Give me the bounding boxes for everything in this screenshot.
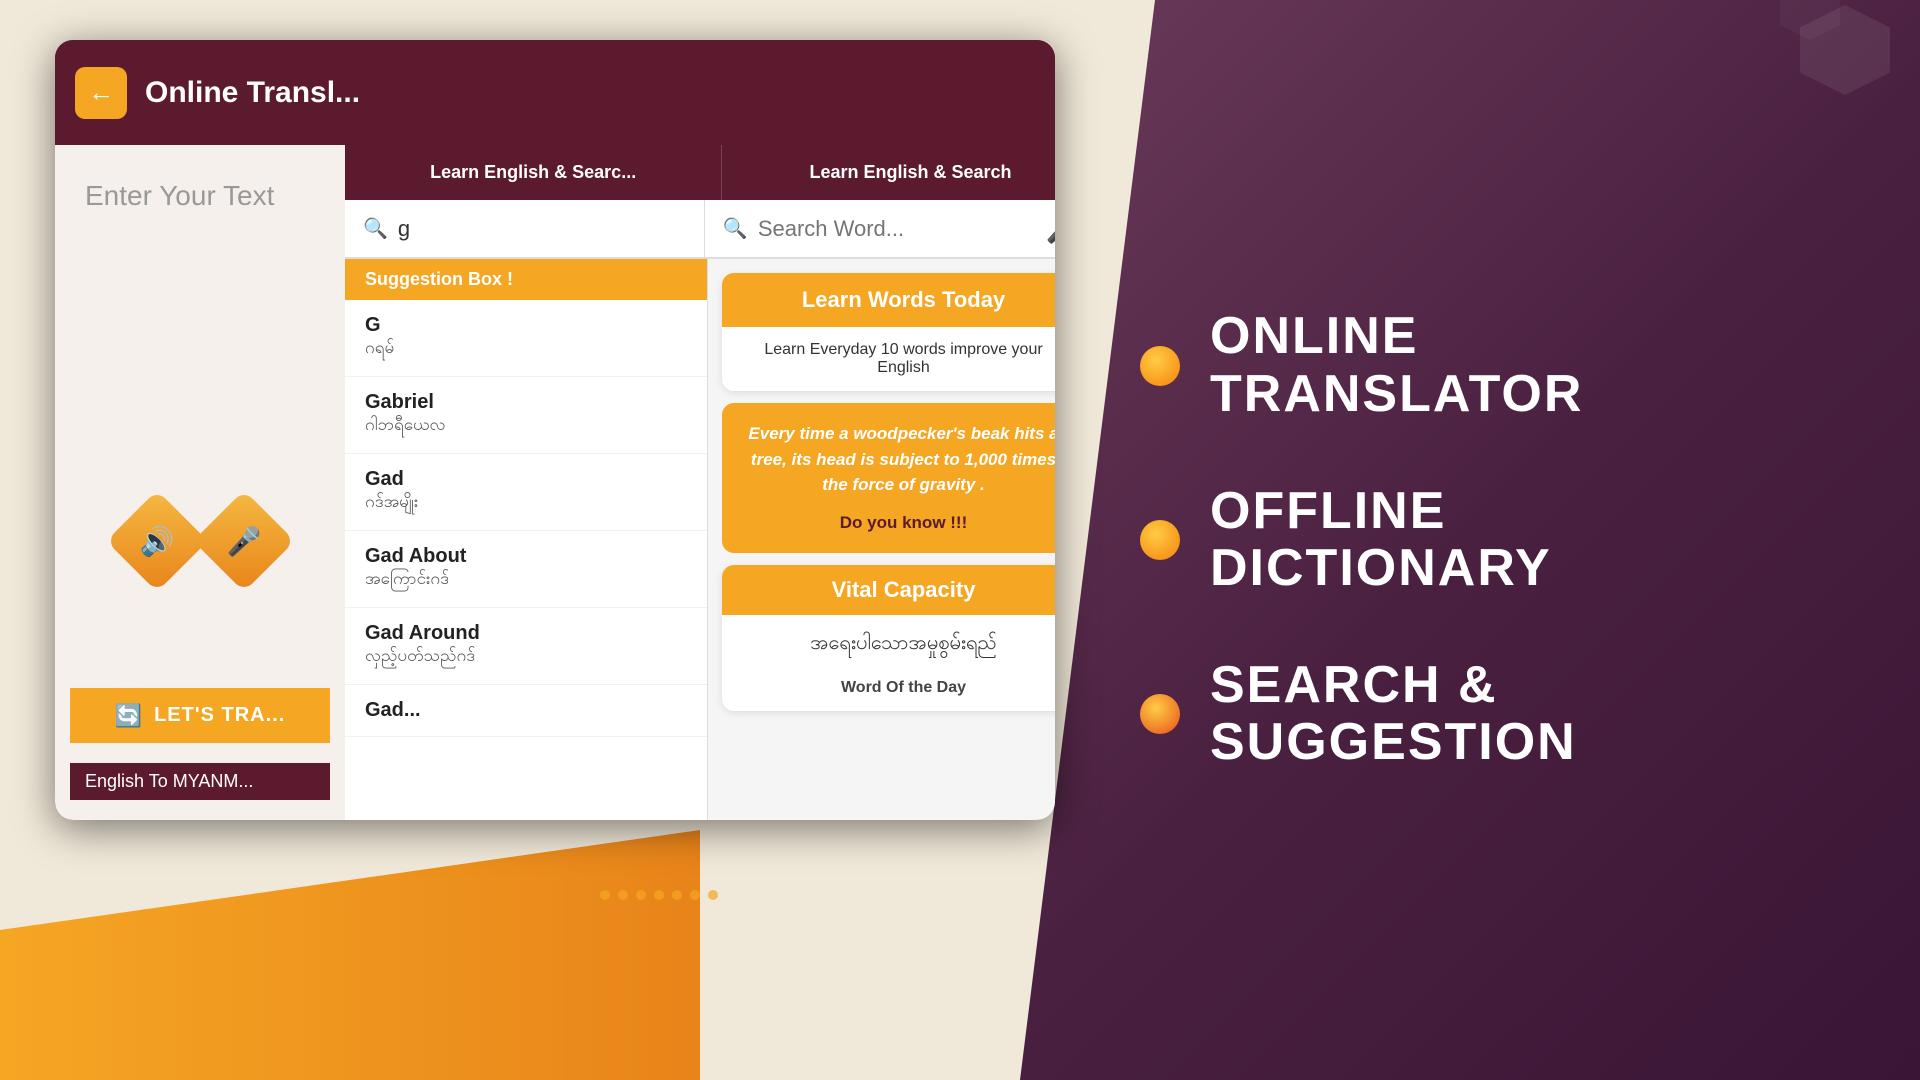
suggestion-item-5[interactable]: Gad Around လှည့်ပတ်သည်ဂဒ် xyxy=(345,608,707,685)
learn-words-header: Learn Words Today xyxy=(722,273,1055,327)
feature-text-3: SEARCH &SUGGESTION xyxy=(1210,657,1577,771)
translate-icon: 🔄 xyxy=(115,703,142,729)
feature-dot-2 xyxy=(1140,520,1180,560)
search-inputs-row: 🔍 🔍 🎤 xyxy=(345,200,1055,259)
suggestion-my-2: ဂါဘရီယေလ xyxy=(365,414,687,439)
speaker-icon: 🔊 xyxy=(139,525,174,558)
left-search-field: 🔍 xyxy=(345,200,705,257)
mic-button[interactable]: 🎤 xyxy=(1046,212,1055,245)
app-header: ← Online Transl... xyxy=(55,40,1055,145)
content-area: Suggestion Box ! G ဂရမ် Gabriel ဂါဘရီယေလ… xyxy=(345,259,1055,820)
left-search-icon: 🔍 xyxy=(363,216,388,241)
mic-icon-button[interactable]: 🎤 xyxy=(193,490,295,592)
dot-6 xyxy=(690,890,700,900)
speaker-icon-button[interactable]: 🔊 xyxy=(106,490,208,592)
suggestion-en-1: G xyxy=(365,314,687,337)
feature-text-1: ONLINETRANSLATOR xyxy=(1210,308,1583,422)
suggestion-my-1: ဂရမ် xyxy=(365,337,687,362)
dot-1 xyxy=(600,890,610,900)
back-button[interactable]: ← xyxy=(75,67,127,119)
suggestion-en-3: Gad xyxy=(365,468,687,491)
right-features-panel: ONLINETRANSLATOR OFFLINEDICTIONARY SEARC… xyxy=(1020,0,1920,1080)
fact-card-body: Every time a woodpecker's beak hits a tr… xyxy=(740,421,1055,498)
left-search-input[interactable] xyxy=(398,216,686,242)
background-orange-shape xyxy=(0,830,700,1080)
search-tab-headers: Learn English & Searc... Learn English &… xyxy=(345,145,1055,200)
fact-card: Every time a woodpecker's beak hits a tr… xyxy=(722,403,1055,553)
suggestion-en-6: Gad... xyxy=(365,699,687,722)
left-panel: Enter Your Text 🔊 🎤 🔄 LET'S TRA... Engli… xyxy=(55,145,345,820)
back-arrow-icon: ← xyxy=(88,77,114,108)
app-title: Online Transl... xyxy=(145,76,360,110)
hex-decoration xyxy=(1720,0,1920,150)
suggestion-my-3: ဂဒ်အမျိုး xyxy=(365,491,687,516)
right-search-input[interactable] xyxy=(758,216,1046,242)
search-area: Learn English & Searc... Learn English &… xyxy=(345,145,1055,820)
suggestion-header: Suggestion Box ! xyxy=(345,259,707,300)
suggestion-my-5: လှည့်ပတ်သည်ဂဒ် xyxy=(365,645,687,670)
action-icons: 🔊 🎤 xyxy=(70,505,330,577)
word-of-day-myanmar: အရေးပါသောအမှုစွမ်းရည် xyxy=(722,615,1055,673)
right-search-icon: 🔍 xyxy=(723,216,748,241)
word-of-day-card: Vital Capacity အရေးပါသောအမှုစွမ်းရည် Wor… xyxy=(722,565,1055,711)
suggestion-my-4: အကြောင်းဂဒ် xyxy=(365,568,687,593)
word-of-day-footer: Word Of the Day xyxy=(722,673,1055,711)
suggestion-en-2: Gabriel xyxy=(365,391,687,414)
translate-bar-label: LET'S TRA... xyxy=(154,704,285,727)
enter-text-area[interactable]: Enter Your Text xyxy=(70,165,330,465)
feature-search-suggestion: SEARCH &SUGGESTION xyxy=(1140,657,1920,771)
suggestion-item-6[interactable]: Gad... xyxy=(345,685,707,737)
tab-right-label: Learn English & Search xyxy=(809,162,1011,183)
dot-5 xyxy=(672,890,682,900)
feature-offline-dictionary: OFFLINEDICTIONARY xyxy=(1140,483,1920,597)
dots-decoration xyxy=(600,890,718,900)
suggestion-en-4: Gad About xyxy=(365,545,687,568)
learn-cards-panel: Learn Words Today Learn Everyday 10 word… xyxy=(708,259,1055,820)
fact-card-footer: Do you know !!! xyxy=(740,510,1055,536)
tab-left-label: Learn English & Searc... xyxy=(430,162,636,183)
feature-text-2: OFFLINEDICTIONARY xyxy=(1210,483,1552,597)
suggestion-box-panel: Suggestion Box ! G ဂရမ် Gabriel ဂါဘရီယေလ… xyxy=(345,259,708,820)
dot-3 xyxy=(636,890,646,900)
feature-dot-3 xyxy=(1140,694,1180,734)
right-search-field: 🔍 🎤 xyxy=(705,200,1055,257)
learn-words-card: Learn Words Today Learn Everyday 10 word… xyxy=(722,273,1055,391)
suggestion-item-3[interactable]: Gad ဂဒ်အမျိုး xyxy=(345,454,707,531)
word-of-day-header: Vital Capacity xyxy=(722,565,1055,615)
language-selector[interactable]: English To MYANM... xyxy=(70,763,330,800)
translate-bar[interactable]: 🔄 LET'S TRA... xyxy=(70,688,330,743)
feature-online-translator: ONLINETRANSLATOR xyxy=(1140,308,1920,422)
mic-icon: 🎤 xyxy=(226,525,261,558)
suggestion-en-5: Gad Around xyxy=(365,622,687,645)
dot-4 xyxy=(654,890,664,900)
dot-7 xyxy=(708,890,718,900)
app-container: ← Online Transl... Enter Your Text 🔊 🎤 🔄… xyxy=(55,40,1055,820)
dot-2 xyxy=(618,890,628,900)
learn-words-body: Learn Everyday 10 words improve your Eng… xyxy=(722,327,1055,391)
suggestion-item-1[interactable]: G ဂရမ် xyxy=(345,300,707,377)
suggestion-item-2[interactable]: Gabriel ဂါဘရီယေလ xyxy=(345,377,707,454)
tab-right[interactable]: Learn English & Search xyxy=(722,145,1055,200)
suggestion-item-4[interactable]: Gad About အကြောင်းဂဒ် xyxy=(345,531,707,608)
app-main: Enter Your Text 🔊 🎤 🔄 LET'S TRA... Engli… xyxy=(55,145,1055,820)
feature-dot-1 xyxy=(1140,346,1180,386)
tab-left[interactable]: Learn English & Searc... xyxy=(345,145,722,200)
